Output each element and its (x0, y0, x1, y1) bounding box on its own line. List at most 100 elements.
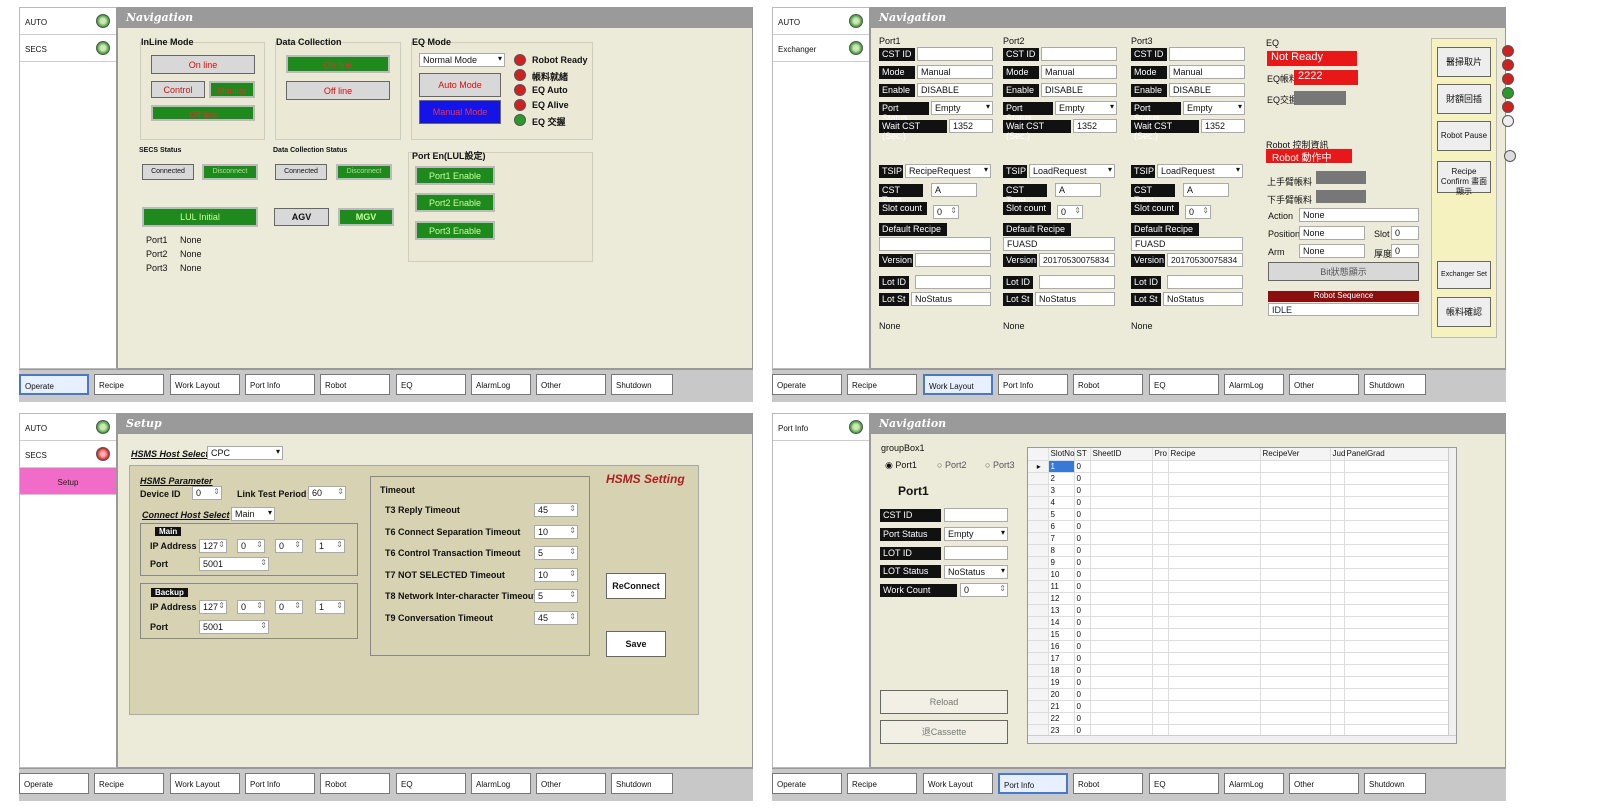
tab-operate[interactable]: Operate (19, 773, 89, 794)
button-1[interactable]: 醫掃取片 (1437, 47, 1491, 77)
tab-port-info[interactable]: Port Info (245, 374, 315, 395)
timeout-field[interactable]: 5 (534, 589, 578, 603)
field-value[interactable]: Empty (1183, 101, 1245, 115)
sidebar-item-secs[interactable]: SECS (20, 441, 116, 468)
tab-shutdown[interactable]: Shutdown (1364, 773, 1426, 794)
field-value[interactable]: 1352 (1201, 119, 1245, 133)
cst-id-field[interactable] (944, 508, 1008, 522)
bit-status-button[interactable]: Bit狀態顯示 (1268, 262, 1419, 281)
tab-eq[interactable]: EQ (1149, 374, 1219, 395)
cst-type-field[interactable]: A (1183, 183, 1229, 197)
inline-online-button[interactable]: On line (151, 55, 255, 74)
work-count-field[interactable]: 0 (960, 583, 1008, 597)
arm-field[interactable]: None (1299, 244, 1365, 258)
main-ip-octet[interactable]: 127 (199, 539, 227, 553)
control-button[interactable]: Control (151, 81, 205, 98)
table-row[interactable]: 13 0 (1028, 604, 1449, 617)
mgv-button[interactable]: MGV (338, 208, 394, 226)
default-recipe-field[interactable] (879, 237, 991, 251)
secs-connected-button[interactable]: Connected (142, 164, 194, 180)
timeout-field[interactable]: 5 (534, 546, 578, 560)
lot-status-field[interactable]: NoStatus (911, 292, 991, 306)
table-row[interactable]: 20 (1028, 472, 1449, 485)
table-row[interactable]: 50 (1028, 508, 1449, 521)
monitor-button[interactable]: Monitor (209, 81, 255, 98)
tab-recipe[interactable]: Recipe (94, 773, 164, 794)
version-field[interactable]: 20170530075834 (1167, 253, 1243, 267)
column-header[interactable]: Pro (1152, 448, 1169, 461)
reload-button[interactable]: Reload (880, 690, 1008, 714)
tab-alarmlog[interactable]: AlarmLog (471, 773, 531, 794)
vertical-scrollbar[interactable] (1448, 448, 1456, 743)
table-row[interactable]: 15 0 (1028, 628, 1449, 641)
backup-ip-octet[interactable]: 0 (275, 600, 303, 614)
exchanger-set-button[interactable]: Exchanger Set (1437, 261, 1491, 289)
column-header[interactable]: SheetID (1090, 448, 1153, 461)
table-row[interactable]: 80 (1028, 544, 1449, 557)
field-value[interactable]: DISABLE (917, 83, 993, 97)
save-button[interactable]: Save (606, 631, 666, 657)
table-row[interactable]: 60 (1028, 520, 1449, 533)
table-row[interactable]: 20 0 (1028, 688, 1449, 701)
radio-port1[interactable]: ◉ Port1 (885, 460, 917, 471)
radio-port2[interactable]: ○ Port2 (937, 460, 966, 470)
slot-count-field[interactable]: 0 (1057, 205, 1083, 219)
sidebar-item-port-info[interactable]: Port Info (773, 414, 869, 441)
field-value[interactable]: Manual (1169, 65, 1245, 79)
field-value[interactable]: Empty (1055, 101, 1117, 115)
table-row[interactable]: 70 (1028, 532, 1449, 545)
column-header[interactable]: SlotNo (1048, 448, 1075, 461)
table-row[interactable]: 14 0 (1028, 616, 1449, 629)
table-row[interactable]: 18 0 (1028, 664, 1449, 677)
lot-status-field[interactable]: NoStatus (1163, 292, 1243, 306)
tab-work-layout[interactable]: Work Layout (923, 773, 993, 794)
device-id-field[interactable]: 0 (192, 486, 222, 500)
port3-enable-button[interactable]: Port3 Enable (415, 221, 495, 240)
cst-type-field[interactable]: A (931, 183, 977, 197)
tab-operate[interactable]: Operate (772, 773, 842, 794)
manual-mode-button[interactable]: Manual Mode (419, 100, 501, 124)
inline-offline-button[interactable]: Off line (151, 105, 255, 121)
sidebar-item-exchanger[interactable]: Exchanger (773, 35, 869, 62)
backup-ip-octet[interactable]: 0 (237, 600, 265, 614)
slot-count-field[interactable]: 0 (933, 205, 959, 219)
horizontal-scrollbar[interactable] (1028, 735, 1456, 743)
main-ip-octet[interactable]: 0 (237, 539, 265, 553)
tab-robot[interactable]: Robot (320, 773, 390, 794)
sidebar-item-secs[interactable]: SECS (20, 35, 116, 62)
timeout-field[interactable]: 45 (534, 503, 578, 517)
agv-button[interactable]: AGV (274, 208, 329, 226)
tab-port-info[interactable]: Port Info (998, 374, 1068, 395)
tsip-select[interactable]: LoadRequest (1157, 164, 1243, 178)
column-header[interactable]: RecipeVer (1260, 448, 1331, 461)
column-header[interactable]: Recipe (1168, 448, 1261, 461)
position-field[interactable]: None (1299, 226, 1365, 240)
default-recipe-field[interactable]: FUASD (1131, 237, 1243, 251)
field-value[interactable]: DISABLE (1169, 83, 1245, 97)
sidebar-item-setup[interactable]: Setup (20, 468, 116, 495)
table-row[interactable]: 30 (1028, 484, 1449, 497)
tab-recipe[interactable]: Recipe (94, 374, 164, 395)
field-value[interactable]: Manual (1041, 65, 1117, 79)
column-header[interactable]: PanelGrad (1344, 448, 1449, 461)
tab-shutdown[interactable]: Shutdown (611, 374, 673, 395)
tab-eq[interactable]: EQ (1149, 773, 1219, 794)
column-header[interactable]: Jud (1330, 448, 1345, 461)
tab-work-layout[interactable]: Work Layout (170, 374, 240, 395)
lot-id-field[interactable] (915, 275, 991, 289)
tsip-select[interactable]: RecipeRequest (905, 164, 991, 178)
lot-id-field[interactable] (1167, 275, 1243, 289)
link-test-field[interactable]: 60 (308, 486, 346, 500)
tab-robot[interactable]: Robot (1073, 773, 1143, 794)
field-value[interactable]: Manual (917, 65, 993, 79)
table-row[interactable]: 90 (1028, 556, 1449, 569)
lot-id-field[interactable] (944, 546, 1008, 560)
column-header[interactable]: ST (1074, 448, 1091, 461)
main-ip-octet[interactable]: 0 (275, 539, 303, 553)
return-cassette-button[interactable]: 退Cassette (880, 720, 1008, 744)
tab-port-info[interactable]: Port Info (245, 773, 315, 794)
tab-alarmlog[interactable]: AlarmLog (1224, 773, 1284, 794)
tab-robot[interactable]: Robot (320, 374, 390, 395)
table-row[interactable]: 22 0 (1028, 712, 1449, 725)
tab-eq[interactable]: EQ (396, 773, 466, 794)
